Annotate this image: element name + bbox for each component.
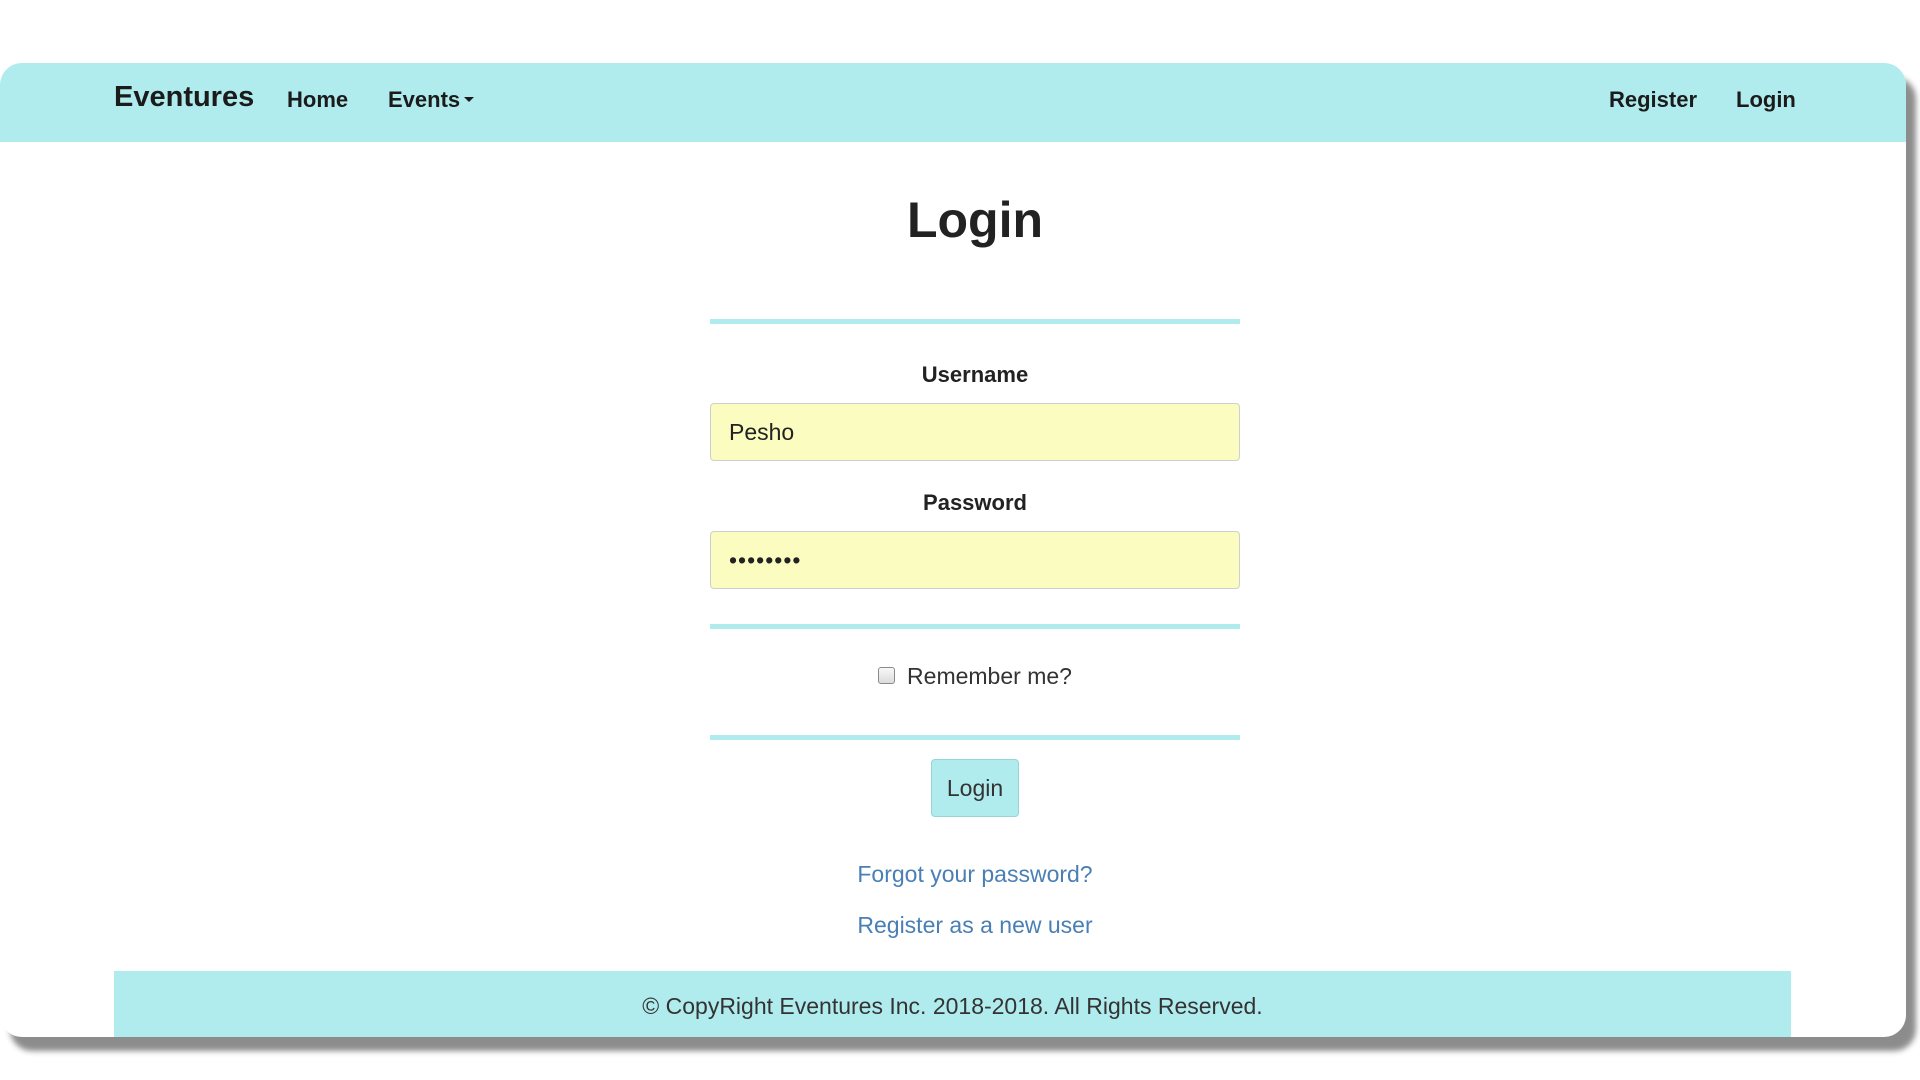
footer-copyright: © CopyRight Eventures Inc. 2018-2018. Al… [642,993,1263,1019]
bottom-divider [710,735,1240,740]
caret-down-icon [464,96,475,102]
remember-me-row: Remember me? [0,663,1906,690]
remember-me-label[interactable]: Remember me? [907,663,1072,689]
nav-register-link[interactable]: Register [1609,87,1697,113]
nav-login-link[interactable]: Login [1736,87,1796,113]
top-navbar: Eventures Home Events Register Login [0,63,1906,142]
username-label: Username [921,362,1029,387]
top-divider [710,319,1240,324]
forgot-password-link[interactable]: Forgot your password? [0,861,1906,888]
page-title: Login [906,192,1044,248]
remember-me-checkbox[interactable] [878,667,896,685]
brand-logo[interactable]: Eventures [114,81,254,114]
nav-events-dropdown[interactable]: Events [388,87,475,113]
middle-divider [710,624,1240,629]
browser-window: Eventures Home Events Register Login Log… [0,63,1906,1037]
footer: © CopyRight Eventures Inc. 2018-2018. Al… [114,971,1791,1037]
nav-events-label: Events [388,87,461,112]
username-input[interactable] [710,403,1240,461]
login-button[interactable]: Login [931,759,1019,817]
password-input[interactable] [710,531,1240,589]
nav-home-link[interactable]: Home [287,87,348,113]
register-new-user-link[interactable]: Register as a new user [0,912,1906,939]
password-label: Password [923,490,1027,515]
